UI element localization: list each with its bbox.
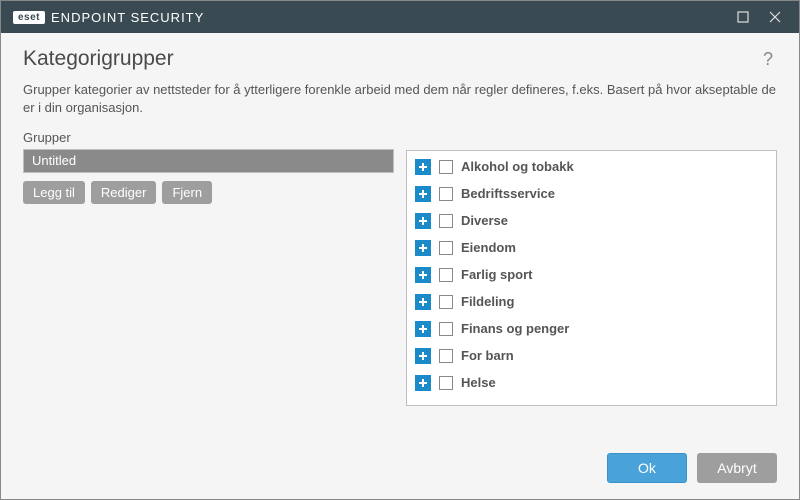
groups-column: Grupper Untitled Legg til Rediger Fjern bbox=[23, 130, 394, 204]
plus-icon bbox=[418, 243, 428, 253]
expand-icon[interactable] bbox=[415, 348, 431, 364]
category-row: Bedriftsservice bbox=[409, 180, 776, 207]
category-row: Fildeling bbox=[409, 288, 776, 315]
category-row: Eiendom bbox=[409, 234, 776, 261]
category-checkbox[interactable] bbox=[439, 322, 453, 336]
remove-group-button[interactable]: Fjern bbox=[162, 181, 212, 204]
plus-icon bbox=[418, 162, 428, 172]
groups-list[interactable]: Untitled bbox=[23, 149, 394, 173]
add-group-button[interactable]: Legg til bbox=[23, 181, 85, 204]
help-button[interactable]: ? bbox=[759, 47, 777, 72]
category-checkbox[interactable] bbox=[439, 376, 453, 390]
app-window: eset ENDPOINT SECURITY Kategorigrupper ?… bbox=[0, 0, 800, 500]
category-checkbox[interactable] bbox=[439, 268, 453, 282]
plus-icon bbox=[418, 324, 428, 334]
brand-text: ENDPOINT SECURITY bbox=[51, 10, 204, 25]
expand-icon[interactable] bbox=[415, 267, 431, 283]
category-row: Alkohol og tobakk bbox=[409, 153, 776, 180]
group-item[interactable]: Untitled bbox=[24, 150, 393, 172]
category-row: For barn bbox=[409, 342, 776, 369]
brand: eset ENDPOINT SECURITY bbox=[13, 10, 204, 25]
category-label: Eiendom bbox=[461, 240, 516, 255]
window-close-button[interactable] bbox=[759, 3, 791, 31]
category-checkbox[interactable] bbox=[439, 295, 453, 309]
category-label: Helse bbox=[461, 375, 496, 390]
expand-icon[interactable] bbox=[415, 375, 431, 391]
expand-icon[interactable] bbox=[415, 321, 431, 337]
category-label: Bedriftsservice bbox=[461, 186, 555, 201]
brand-logo: eset bbox=[13, 11, 45, 24]
plus-icon bbox=[418, 189, 428, 199]
window-minimize-button[interactable] bbox=[727, 3, 759, 31]
category-label: Finans og penger bbox=[461, 321, 569, 336]
category-label: For barn bbox=[461, 348, 514, 363]
category-label: Alkohol og tobakk bbox=[461, 159, 574, 174]
ok-button[interactable]: Ok bbox=[607, 453, 687, 483]
title-bar: eset ENDPOINT SECURITY bbox=[1, 1, 799, 33]
expand-icon[interactable] bbox=[415, 159, 431, 175]
expand-icon[interactable] bbox=[415, 186, 431, 202]
cancel-button[interactable]: Avbryt bbox=[697, 453, 777, 483]
category-label: Farlig sport bbox=[461, 267, 533, 282]
category-checkbox[interactable] bbox=[439, 349, 453, 363]
page-title: Kategorigrupper bbox=[23, 47, 759, 71]
close-icon bbox=[769, 11, 781, 23]
category-row: Diverse bbox=[409, 207, 776, 234]
categories-column: Alkohol og tobakk Bedriftsservice Diverse E… bbox=[406, 130, 777, 406]
category-row: Finans og penger bbox=[409, 315, 776, 342]
groups-label: Grupper bbox=[23, 130, 394, 145]
edit-group-button[interactable]: Rediger bbox=[91, 181, 157, 204]
category-label: Fildeling bbox=[461, 294, 514, 309]
category-label: Diverse bbox=[461, 213, 508, 228]
category-checkbox[interactable] bbox=[439, 160, 453, 174]
category-checkbox[interactable] bbox=[439, 187, 453, 201]
category-row: Farlig sport bbox=[409, 261, 776, 288]
category-checkbox[interactable] bbox=[439, 214, 453, 228]
expand-icon[interactable] bbox=[415, 240, 431, 256]
plus-icon bbox=[418, 270, 428, 280]
category-checkbox[interactable] bbox=[439, 241, 453, 255]
content-area: Kategorigrupper ? Grupper kategorier av … bbox=[1, 33, 799, 443]
category-row: Helse bbox=[409, 369, 776, 396]
expand-icon[interactable] bbox=[415, 294, 431, 310]
minimize-icon bbox=[737, 11, 749, 23]
categories-list[interactable]: Alkohol og tobakk Bedriftsservice Diverse E… bbox=[406, 150, 777, 406]
page-description: Grupper kategorier av nettsteder for å y… bbox=[23, 81, 777, 116]
dialog-footer: Ok Avbryt bbox=[1, 443, 799, 499]
plus-icon bbox=[418, 351, 428, 361]
plus-icon bbox=[418, 297, 428, 307]
expand-icon[interactable] bbox=[415, 213, 431, 229]
plus-icon bbox=[418, 216, 428, 226]
plus-icon bbox=[418, 378, 428, 388]
